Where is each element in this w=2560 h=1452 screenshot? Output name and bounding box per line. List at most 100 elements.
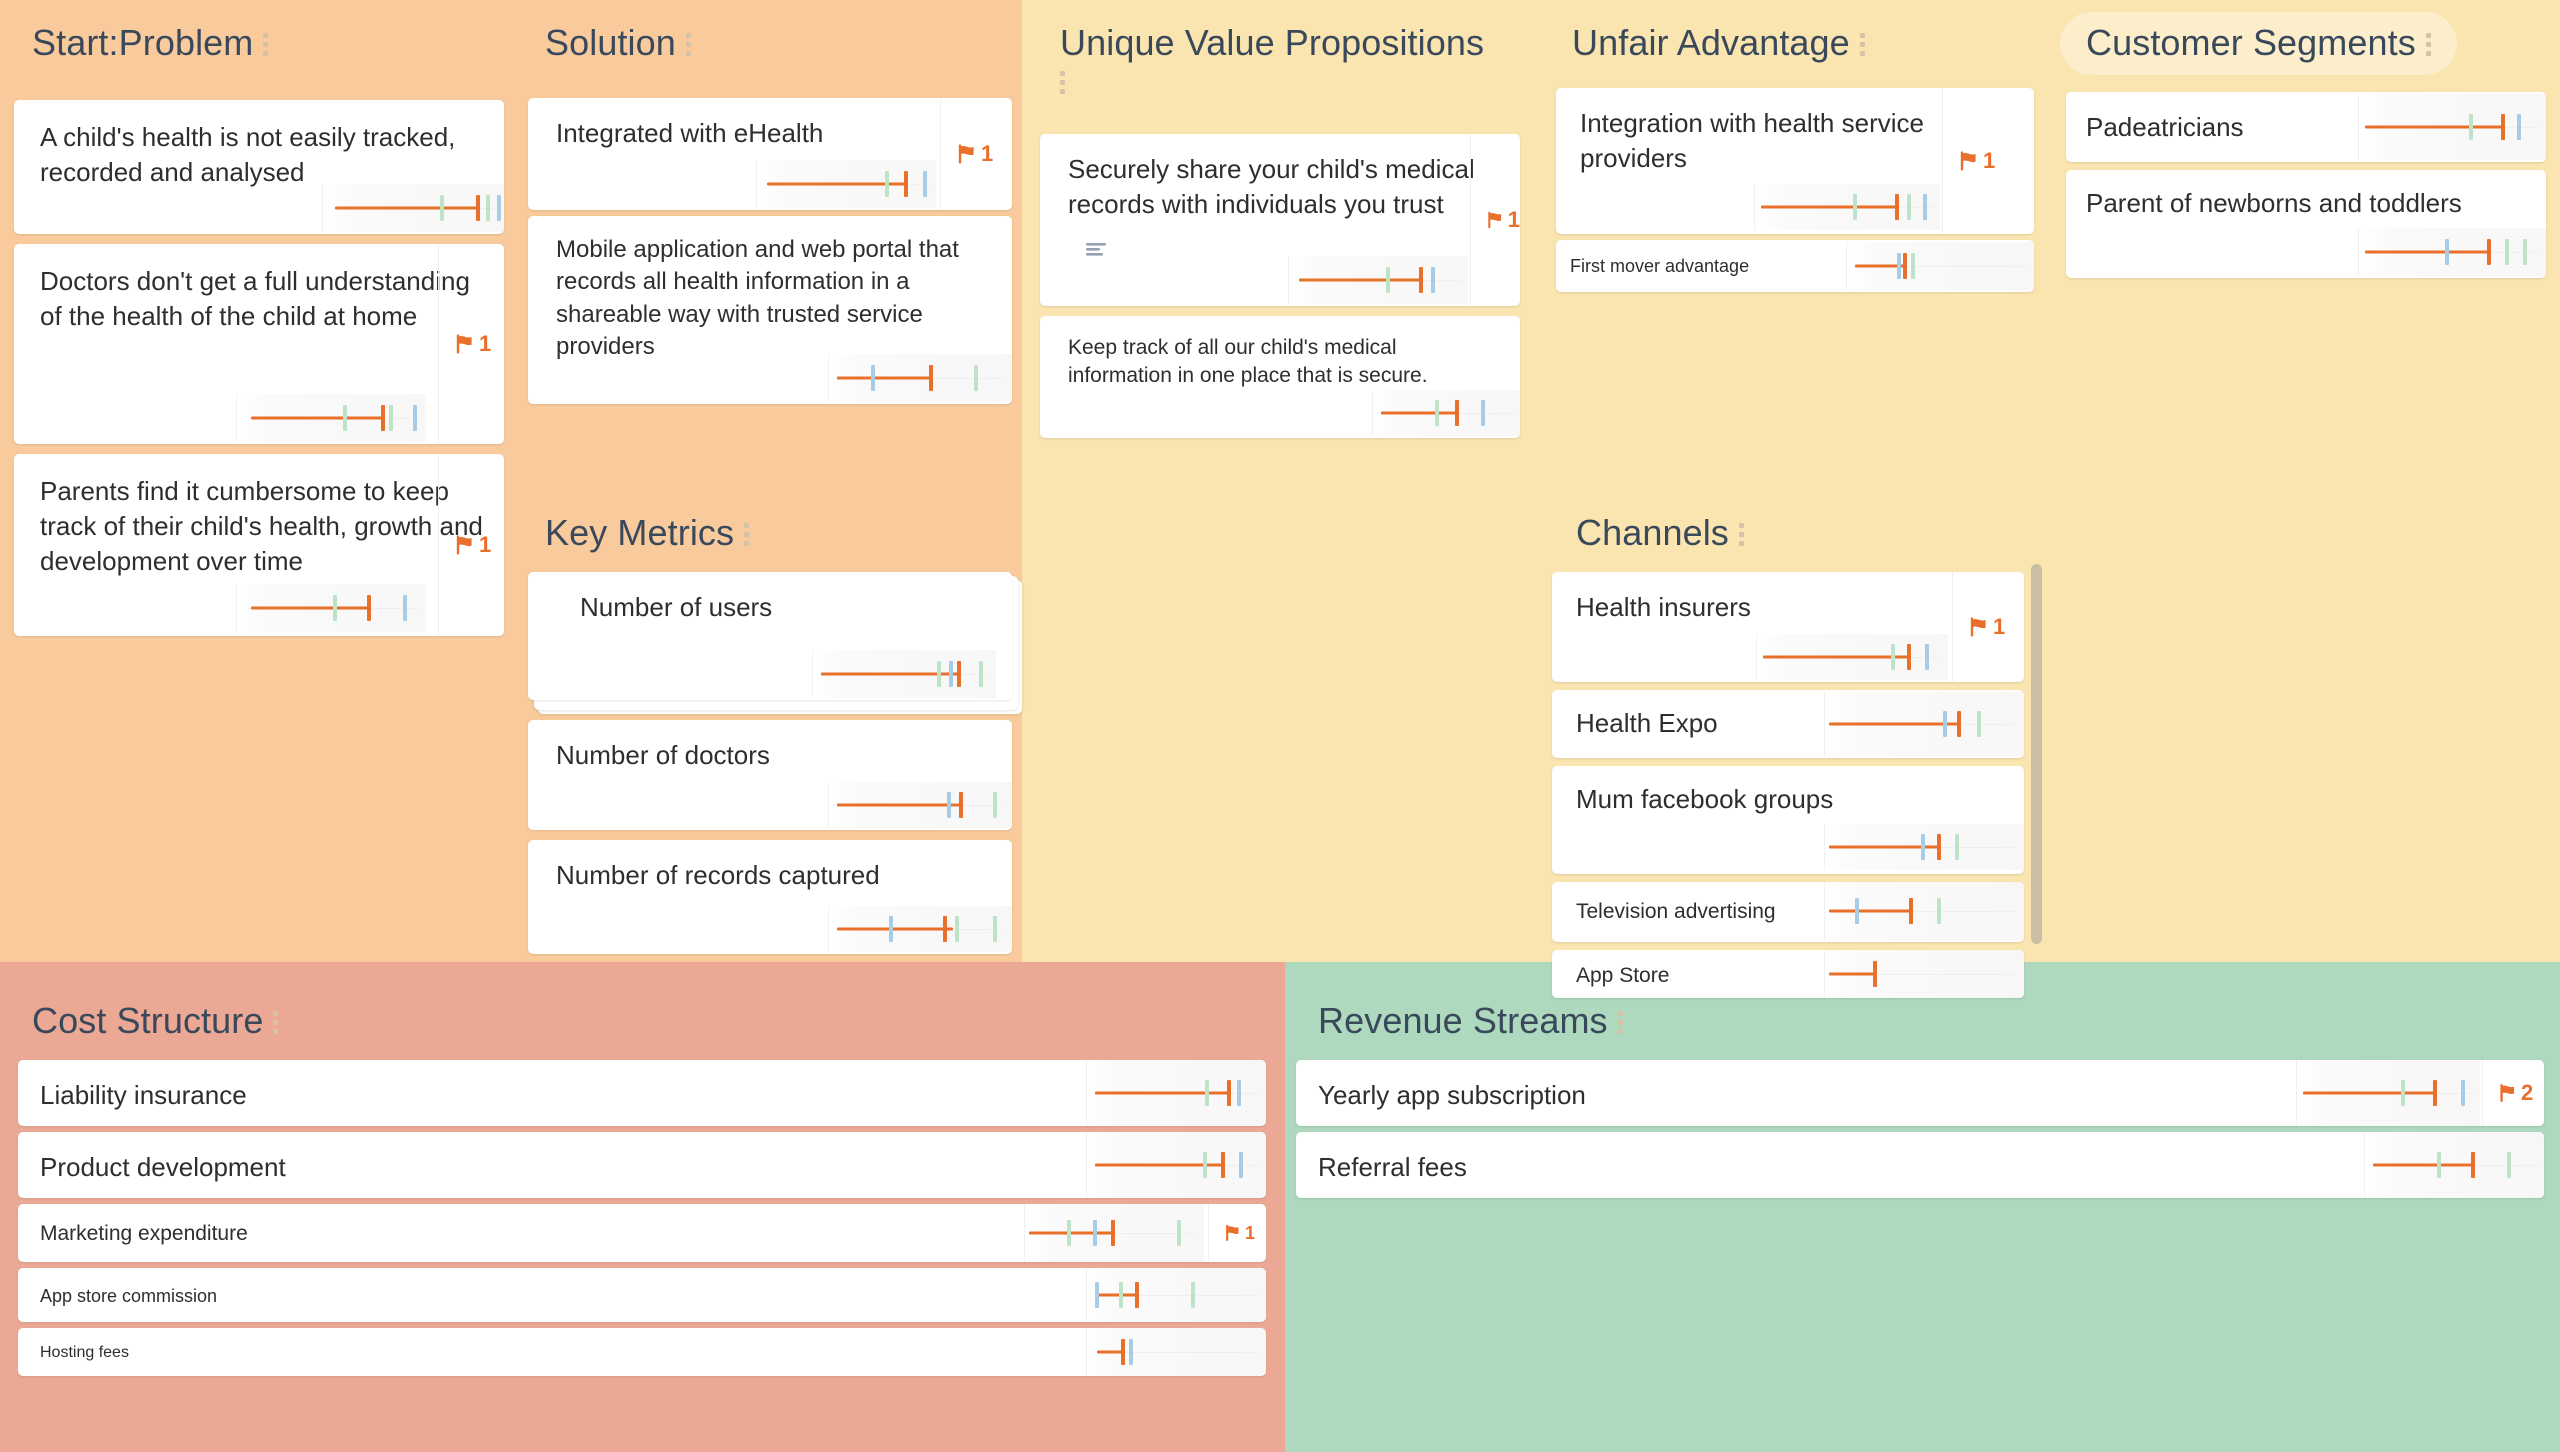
card-uvp-2[interactable]: Keep track of all our child's medical in…: [1040, 316, 1520, 438]
slider-handle[interactable]: [2433, 1080, 2437, 1106]
section-header-solution[interactable]: Solution: [545, 22, 691, 63]
section-header-revenue-streams[interactable]: Revenue Streams: [1318, 1000, 1623, 1041]
confidence-slider[interactable]: [1086, 1132, 1266, 1198]
confidence-slider[interactable]: [322, 184, 504, 232]
channels-scrollbar[interactable]: [2031, 564, 2042, 944]
card-customer-2[interactable]: Parent of newborns and toddlers: [2066, 170, 2546, 278]
slider-handle[interactable]: [957, 661, 961, 687]
card-channel-5[interactable]: App Store: [1552, 950, 2024, 998]
confidence-slider[interactable]: [828, 906, 1012, 952]
slider-handle[interactable]: [1111, 1220, 1115, 1246]
slider-handle[interactable]: [1455, 400, 1459, 426]
card-channel-4[interactable]: Television advertising: [1552, 882, 2024, 942]
card-revenue-2[interactable]: Referral fees: [1296, 1132, 2544, 1198]
section-header-unfair-advantage[interactable]: Unfair Advantage: [1572, 22, 1865, 63]
card-cost-5[interactable]: Hosting fees: [18, 1328, 1266, 1376]
slider-handle[interactable]: [943, 916, 947, 942]
kebab-menu-icon[interactable]: [2425, 22, 2431, 56]
slider-handle[interactable]: [1419, 267, 1423, 293]
flag-badge[interactable]: 1: [940, 98, 1012, 210]
flag-badge[interactable]: 1: [1952, 572, 2012, 682]
kebab-menu-icon[interactable]: [1617, 1000, 1623, 1034]
slider-handle[interactable]: [381, 405, 385, 431]
confidence-slider[interactable]: [1846, 242, 2034, 290]
kebab-menu-icon[interactable]: [263, 22, 269, 56]
flag-badge[interactable]: 1: [1470, 134, 1520, 306]
confidence-slider[interactable]: [2358, 228, 2546, 276]
confidence-slider[interactable]: [812, 650, 996, 698]
confidence-slider[interactable]: [1086, 1060, 1266, 1126]
section-header-problem[interactable]: Start:Problem: [32, 22, 269, 63]
confidence-slider[interactable]: [756, 160, 936, 208]
section-header-uvp[interactable]: Unique Value Propositions: [1060, 22, 1530, 95]
confidence-slider[interactable]: [2364, 1132, 2544, 1198]
flag-badge[interactable]: 1: [438, 454, 504, 636]
card-solution-1[interactable]: Integrated with eHealth 1: [528, 98, 1012, 210]
slider-handle[interactable]: [1937, 834, 1941, 860]
slider-handle[interactable]: [1227, 1080, 1231, 1106]
card-cost-4[interactable]: App store commission: [18, 1268, 1266, 1322]
kebab-menu-icon[interactable]: [1738, 512, 1744, 546]
kebab-menu-icon[interactable]: [1859, 22, 1865, 56]
slider-handle[interactable]: [1873, 961, 1877, 987]
confidence-slider[interactable]: [2296, 1060, 2480, 1126]
card-unfair-2[interactable]: First mover advantage: [1556, 240, 2034, 292]
slider-handle[interactable]: [2501, 114, 2505, 140]
section-header-cost-structure[interactable]: Cost Structure: [32, 1000, 279, 1041]
confidence-slider[interactable]: [1824, 824, 2024, 870]
card-key-metric-1[interactable]: Number of users: [528, 572, 1012, 700]
card-channel-1[interactable]: Health insurers 1: [1552, 572, 2024, 682]
card-key-metric-2[interactable]: Number of doctors: [528, 720, 1012, 830]
card-cost-2[interactable]: Product development: [18, 1132, 1266, 1198]
slider-handle[interactable]: [904, 171, 908, 197]
confidence-slider[interactable]: [236, 584, 426, 632]
slider-handle[interactable]: [1135, 1282, 1139, 1308]
slider-handle[interactable]: [476, 195, 480, 221]
slider-handle[interactable]: [1121, 1339, 1125, 1365]
confidence-slider[interactable]: [1756, 634, 1948, 680]
card-customer-1[interactable]: Padeatricians: [2066, 92, 2546, 162]
slider-handle[interactable]: [929, 365, 933, 391]
card-solution-2[interactable]: Mobile application and web portal that r…: [528, 216, 1012, 404]
slider-handle[interactable]: [2471, 1152, 2475, 1178]
slider-handle[interactable]: [959, 792, 963, 818]
slider-handle[interactable]: [1909, 898, 1913, 924]
confidence-slider[interactable]: [1824, 692, 2024, 756]
kebab-menu-icon[interactable]: [273, 1000, 279, 1034]
confidence-slider[interactable]: [828, 354, 1012, 402]
kebab-menu-icon[interactable]: [685, 22, 691, 56]
slider-handle[interactable]: [1903, 253, 1907, 279]
flag-badge[interactable]: 1: [438, 244, 504, 444]
confidence-slider[interactable]: [1288, 256, 1468, 304]
card-channel-3[interactable]: Mum facebook groups: [1552, 766, 2024, 874]
confidence-slider[interactable]: [828, 782, 1012, 828]
section-header-customer-segments[interactable]: Customer Segments: [2060, 12, 2457, 76]
confidence-slider[interactable]: [1372, 390, 1520, 436]
card-problem-2[interactable]: Doctors don't get a full understanding o…: [14, 244, 504, 444]
confidence-slider[interactable]: [236, 394, 426, 442]
card-key-metric-3[interactable]: Number of records captured: [528, 840, 1012, 954]
slider-handle[interactable]: [1895, 194, 1899, 220]
kebab-menu-icon[interactable]: [1060, 69, 1065, 95]
card-cost-1[interactable]: Liability insurance: [18, 1060, 1266, 1126]
section-header-channels[interactable]: Channels: [1576, 512, 1744, 553]
card-channel-2[interactable]: Health Expo: [1552, 690, 2024, 758]
flag-badge[interactable]: 1: [1208, 1204, 1266, 1262]
card-cost-3[interactable]: Marketing expenditure 1: [18, 1204, 1266, 1262]
confidence-slider[interactable]: [1086, 1328, 1266, 1376]
card-unfair-1[interactable]: Integration with health service provider…: [1556, 88, 2034, 234]
slider-handle[interactable]: [367, 595, 371, 621]
flag-badge[interactable]: 2: [2482, 1060, 2544, 1126]
slider-handle[interactable]: [1907, 644, 1911, 670]
confidence-slider[interactable]: [1824, 950, 2024, 998]
flag-badge[interactable]: 1: [1942, 88, 2002, 234]
section-header-key-metrics[interactable]: Key Metrics: [545, 512, 750, 553]
confidence-slider[interactable]: [1086, 1268, 1266, 1322]
confidence-slider[interactable]: [2358, 94, 2546, 160]
slider-handle[interactable]: [1957, 711, 1961, 737]
card-revenue-1[interactable]: Yearly app subscription 2: [1296, 1060, 2544, 1126]
slider-handle[interactable]: [1221, 1152, 1225, 1178]
slider-handle[interactable]: [2487, 239, 2491, 265]
card-uvp-1[interactable]: Securely share your child's medical reco…: [1040, 134, 1520, 306]
confidence-slider[interactable]: [1754, 184, 1940, 230]
